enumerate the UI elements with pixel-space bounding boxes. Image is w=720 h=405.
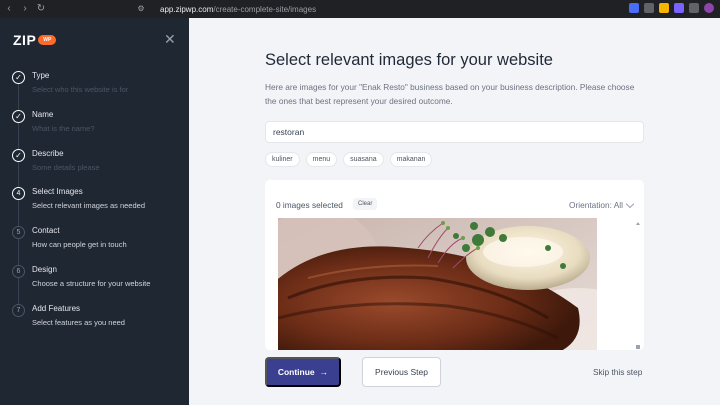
extension-icon[interactable]	[644, 3, 654, 13]
main-content: Select relevant images for your website …	[189, 18, 720, 405]
page-description: Here are images for your "Enak Resto" bu…	[265, 82, 635, 106]
check-icon: ✓	[12, 110, 25, 123]
step-add-features[interactable]: 7 Add Features Select features as you ne…	[0, 301, 189, 337]
step-describe[interactable]: ✓ Describe Some details please	[0, 146, 189, 182]
extension-icon[interactable]	[689, 3, 699, 13]
keyword-tag[interactable]: kuliner	[265, 152, 300, 167]
forward-icon[interactable]: ›	[18, 2, 32, 16]
extension-icons	[629, 3, 714, 13]
sidebar: ZIP WP ✕ ✓ Type Select who this website …	[0, 18, 189, 405]
scroll-up-icon[interactable]	[635, 220, 641, 226]
clear-button[interactable]: Clear	[353, 198, 378, 210]
extension-icon[interactable]	[629, 3, 639, 13]
profile-avatar-icon[interactable]	[704, 3, 714, 13]
step-number: 4	[12, 187, 25, 200]
zipwp-logo: ZIP WP	[13, 32, 57, 48]
image-search-input[interactable]	[265, 121, 644, 143]
skip-step-link[interactable]: Skip this step	[593, 367, 642, 377]
step-number: 7	[12, 304, 25, 317]
previous-step-button[interactable]: Previous Step	[362, 357, 441, 387]
orientation-dropdown[interactable]: Orientation: All	[569, 199, 635, 210]
page-title: Select relevant images for your website	[265, 51, 553, 69]
address-bar[interactable]: ⚙ app.zipwp.com/create-complete-site/ima…	[132, 2, 487, 16]
check-icon: ✓	[12, 71, 25, 84]
logo-badge: WP	[38, 35, 57, 45]
step-select-images[interactable]: 4 Select Images Select relevant images a…	[0, 184, 189, 220]
chevron-down-icon	[625, 199, 635, 208]
step-type[interactable]: ✓ Type Select who this website is for	[0, 68, 189, 104]
image-panel: 0 images selected Clear Orientation: All	[265, 180, 644, 350]
step-name[interactable]: ✓ Name What is the name?	[0, 107, 189, 143]
keyword-tag[interactable]: makanan	[389, 152, 433, 167]
extension-icon[interactable]	[674, 3, 684, 13]
close-icon[interactable]: ✕	[164, 32, 176, 46]
keyword-tags: kuliner menu suasana makanan	[265, 152, 433, 167]
step-contact[interactable]: 5 Contact How can people get in touch	[0, 223, 189, 259]
scroll-thumb[interactable]	[636, 345, 640, 349]
extension-icon[interactable]	[659, 3, 669, 13]
continue-button[interactable]: Continue →	[265, 357, 341, 387]
url-text: app.zipwp.com/create-complete-site/image…	[160, 4, 317, 14]
step-design[interactable]: 6 Design Choose a structure for your web…	[0, 262, 189, 298]
browser-toolbar: ‹ › ↻ ⚙ app.zipwp.com/create-complete-si…	[0, 0, 720, 18]
check-icon: ✓	[12, 149, 25, 162]
selected-count: 0 images selected	[276, 200, 343, 210]
arrow-right-icon: →	[319, 367, 329, 377]
food-image-thumbnail[interactable]	[278, 218, 597, 350]
reload-icon[interactable]: ↻	[34, 2, 48, 16]
keyword-tag[interactable]: suasana	[343, 152, 384, 167]
site-info-icon[interactable]: ⚙	[134, 2, 148, 16]
keyword-tag[interactable]: menu	[305, 152, 338, 167]
back-icon[interactable]: ‹	[2, 2, 16, 16]
scrollbar[interactable]	[635, 220, 641, 350]
step-number: 5	[12, 226, 25, 239]
step-number: 6	[12, 265, 25, 278]
